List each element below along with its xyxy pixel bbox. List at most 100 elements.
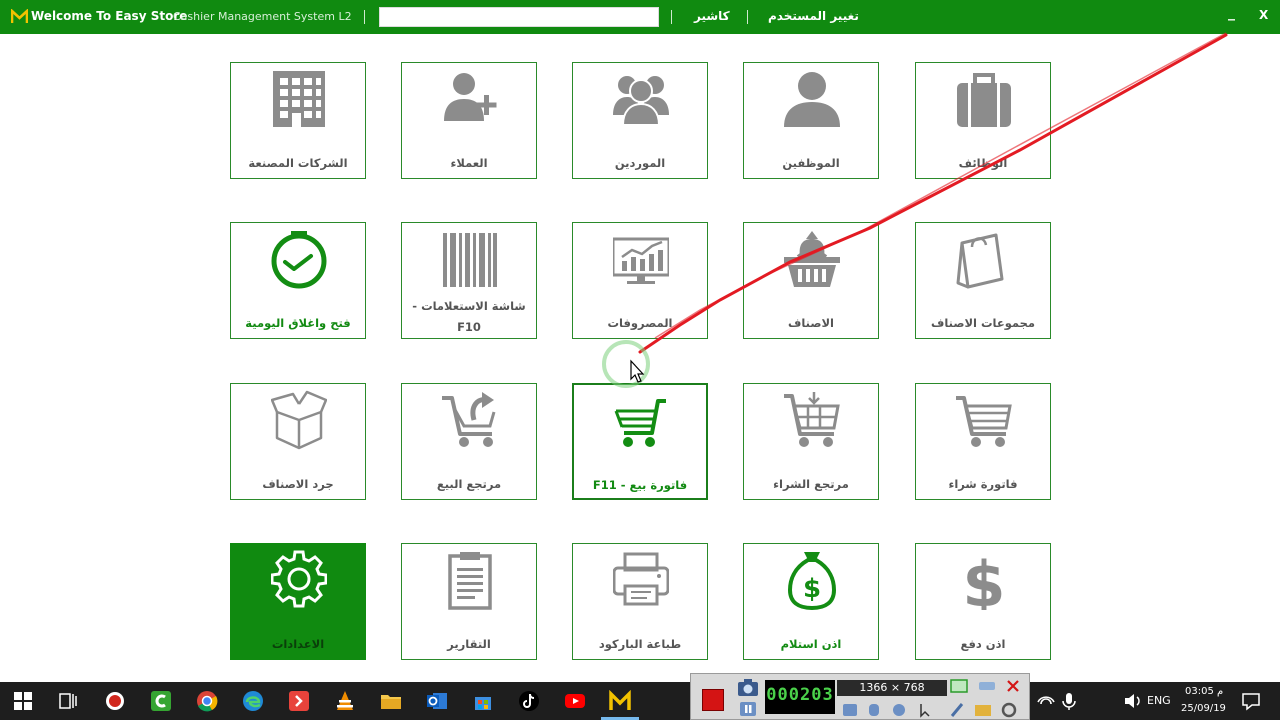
gear-icon [271, 550, 327, 608]
cart-outline-icon [956, 396, 1012, 447]
windows-start-icon[interactable] [12, 690, 34, 712]
select-area-icon[interactable] [949, 678, 969, 694]
svg-text:$: $ [803, 574, 821, 604]
tile-label: الاعدادات [271, 637, 325, 651]
tile-label: التقارير [447, 637, 491, 651]
divider [747, 10, 748, 24]
cashier-label: كاشير [694, 9, 730, 23]
mouse-cursor-icon [630, 359, 645, 383]
tile-receipt-voucher[interactable]: $ اذن استلام [743, 543, 879, 660]
tile-items[interactable]: الاصناف [743, 222, 879, 339]
task-view-icon[interactable] [57, 690, 79, 712]
tile-purchase-invoice[interactable]: فاتورة شراء [915, 383, 1051, 500]
printer-icon [613, 552, 669, 606]
minimize-button[interactable]: _ [1228, 5, 1235, 21]
basket-icon [784, 231, 840, 287]
tile-label: المصروفات [607, 316, 673, 330]
recorder-panel: 000203 1366 × 768 [690, 673, 1030, 720]
tile-daily-open-close[interactable]: فتح واغلاق اليومية [230, 222, 366, 339]
recorder-tools-icon[interactable] [841, 702, 945, 718]
outlook-icon[interactable] [426, 690, 448, 712]
tile-label: مرتجع الشراء [773, 477, 849, 491]
tiktok-icon[interactable] [518, 690, 540, 712]
recording-resolution: 1366 × 768 [837, 680, 947, 696]
monitor-chart-icon [613, 237, 669, 284]
anydesk-icon[interactable] [288, 690, 310, 712]
group-icon [613, 76, 669, 126]
microphone-icon[interactable] [1058, 690, 1080, 712]
tile-label: مجموعات الاصناف [930, 316, 1036, 330]
edge-icon[interactable] [242, 690, 264, 712]
record-app-icon[interactable] [104, 690, 126, 712]
app-subtitle: Cashier Management System L2 [173, 10, 352, 23]
tile-item-groups[interactable]: مجموعات الاصناف [915, 222, 1051, 339]
recorder-minimize-icon[interactable] [977, 678, 997, 694]
easy-store-taskbar-icon[interactable] [609, 690, 631, 712]
barcode-icon [443, 233, 497, 287]
search-input[interactable] [379, 7, 659, 27]
tile-barcode-printing[interactable]: طباعة الباركود [572, 543, 708, 660]
cart-icon [614, 399, 666, 447]
camtasia-icon[interactable] [150, 690, 172, 712]
tile-purchase-return[interactable]: مرتجع الشراء [743, 383, 879, 500]
cart-return-icon [442, 392, 496, 447]
clipboard-icon [448, 552, 492, 610]
tile-label: العملاء [450, 156, 488, 170]
tile-label: مرتجع البيع [436, 477, 502, 491]
add-user-icon [444, 73, 497, 121]
youtube-icon[interactable] [564, 690, 586, 712]
chrome-icon[interactable] [196, 690, 218, 712]
tile-label: فاتورة شراء [948, 477, 1018, 491]
tile-jobs[interactable]: الوظائف [915, 62, 1051, 179]
tile-inquiry-screen[interactable]: - شاشة الاستعلامات F10 [401, 222, 537, 339]
user-icon [784, 72, 840, 127]
file-explorer-icon[interactable] [380, 690, 402, 712]
tile-employees[interactable]: الموظفين [743, 62, 879, 179]
tile-label: الموظفين [782, 156, 840, 170]
language-indicator[interactable]: ENG [1147, 694, 1171, 707]
dollar-icon: $ [962, 550, 1005, 610]
change-user-button[interactable]: تغيير المستخدم [768, 9, 859, 23]
tile-label: طباعة الباركود [598, 637, 682, 651]
recorder-settings-icons[interactable] [949, 701, 1021, 719]
tile-reports[interactable]: التقارير [401, 543, 537, 660]
tile-manufacturers[interactable]: الشركات المصنعة [230, 62, 366, 179]
briefcase-icon [957, 73, 1011, 127]
tile-customers[interactable]: العملاء [401, 62, 537, 179]
clock-icon [271, 231, 327, 289]
store-icon[interactable] [472, 690, 494, 712]
camera-icon[interactable] [737, 677, 759, 697]
clock-date: 25/09/19 [1181, 703, 1226, 714]
tile-label: الاصناف [788, 316, 834, 330]
divider [364, 10, 365, 24]
notifications-icon[interactable] [1240, 690, 1262, 712]
tile-label: الموردين [614, 156, 666, 170]
divider [671, 10, 672, 24]
tile-label: فتح واغلاق اليومية [245, 316, 351, 330]
click-highlight-circle [602, 340, 650, 388]
tile-expenses[interactable]: المصروفات [572, 222, 708, 339]
tile-inventory-count[interactable]: جرد الاصناف [230, 383, 366, 500]
volume-icon[interactable] [1122, 690, 1144, 712]
pause-icon[interactable] [737, 700, 759, 718]
vlc-icon[interactable] [334, 690, 356, 712]
tile-label: جرد الاصناف [262, 477, 334, 491]
taskbar: ENG 03:05 م 25/09/19 [0, 682, 1280, 720]
tile-settings[interactable]: الاعدادات [230, 543, 366, 660]
tile-label: - شاشة الاستعلامات F10 [412, 299, 526, 334]
close-button[interactable]: X [1259, 8, 1268, 22]
tile-label: الوظائف [958, 156, 1008, 170]
recording-timer: 000203 [765, 680, 835, 714]
stop-record-button[interactable] [702, 689, 724, 711]
network-icon[interactable] [1035, 690, 1057, 712]
app-logo-icon [11, 9, 28, 23]
tile-label: اذن دفع [960, 637, 1006, 651]
tile-sales-return[interactable]: مرتجع البيع [401, 383, 537, 500]
tile-suppliers[interactable]: الموردين [572, 62, 708, 179]
tile-payment-voucher[interactable]: $ اذن دفع [915, 543, 1051, 660]
clock-time: 03:05 م [1185, 686, 1224, 697]
tile-sales-invoice[interactable]: F11 - فاتورة بيع [572, 383, 708, 500]
money-bag-icon: $ [787, 552, 837, 610]
title-bar: Welcome To Easy Store Cashier Management… [0, 0, 1280, 34]
recorder-close-icon[interactable] [1004, 678, 1022, 694]
